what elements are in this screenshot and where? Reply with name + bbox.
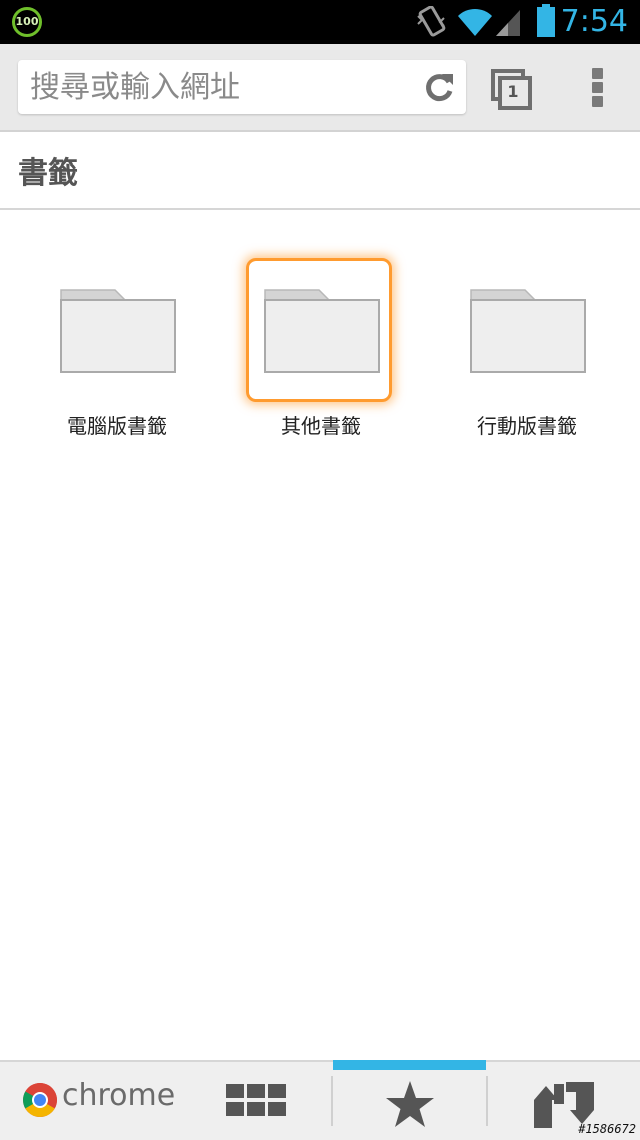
divider [486, 1076, 488, 1126]
wifi-icon [458, 8, 492, 36]
search-input[interactable] [30, 66, 410, 108]
menu-dot [592, 68, 603, 79]
grid-cell [268, 1084, 286, 1098]
folder-label: 行動版書籤 [477, 414, 577, 438]
folder-desktop-bookmarks[interactable] [42, 258, 192, 404]
grid-icon [226, 1084, 244, 1098]
tab-switcher-button[interactable]: 1 [490, 68, 534, 112]
clock: 7:54 [560, 4, 628, 39]
folder-label: 電腦版書籤 [67, 414, 167, 438]
star-icon [386, 1081, 434, 1127]
folder-icon [264, 289, 380, 373]
page-title: 書籤 [18, 156, 78, 191]
grid-cell [268, 1102, 286, 1116]
vibrate-icon [417, 6, 446, 37]
chrome-brand: chrome [62, 1078, 176, 1113]
overflow-menu-button[interactable] [586, 66, 610, 110]
folder-icon [60, 289, 176, 373]
folder-icon [470, 289, 586, 373]
folder-other-bookmarks[interactable] [246, 258, 400, 404]
active-tab-indicator [333, 1060, 486, 1070]
bottom-navigation-bar: chrome [0, 1060, 640, 1140]
grid-cell [247, 1084, 265, 1098]
battery-level: 100 [15, 15, 39, 28]
reload-icon[interactable] [422, 70, 456, 104]
chrome-logo-icon [23, 1083, 57, 1117]
tab-bookmarks[interactable] [333, 1060, 486, 1140]
folder-mobile-bookmarks[interactable] [452, 258, 602, 404]
grid-cell [226, 1102, 244, 1116]
browser-toolbar: 1 [0, 44, 640, 132]
bookmarks-header: 書籤 [0, 132, 640, 210]
most-visited-button[interactable] [226, 1084, 288, 1118]
signal-icon [496, 10, 520, 36]
battery-circle-icon: 100 [12, 7, 42, 37]
menu-dot [592, 96, 603, 107]
grid-cell [247, 1102, 265, 1116]
menu-dot [592, 82, 603, 93]
tab-count: 1 [507, 82, 519, 101]
folder-label: 其他書籤 [281, 414, 361, 438]
status-bar: 100 7:54 [0, 0, 640, 44]
battery-icon [537, 4, 555, 37]
watermark: #1586672 [578, 1122, 636, 1136]
omnibox[interactable] [18, 60, 466, 114]
